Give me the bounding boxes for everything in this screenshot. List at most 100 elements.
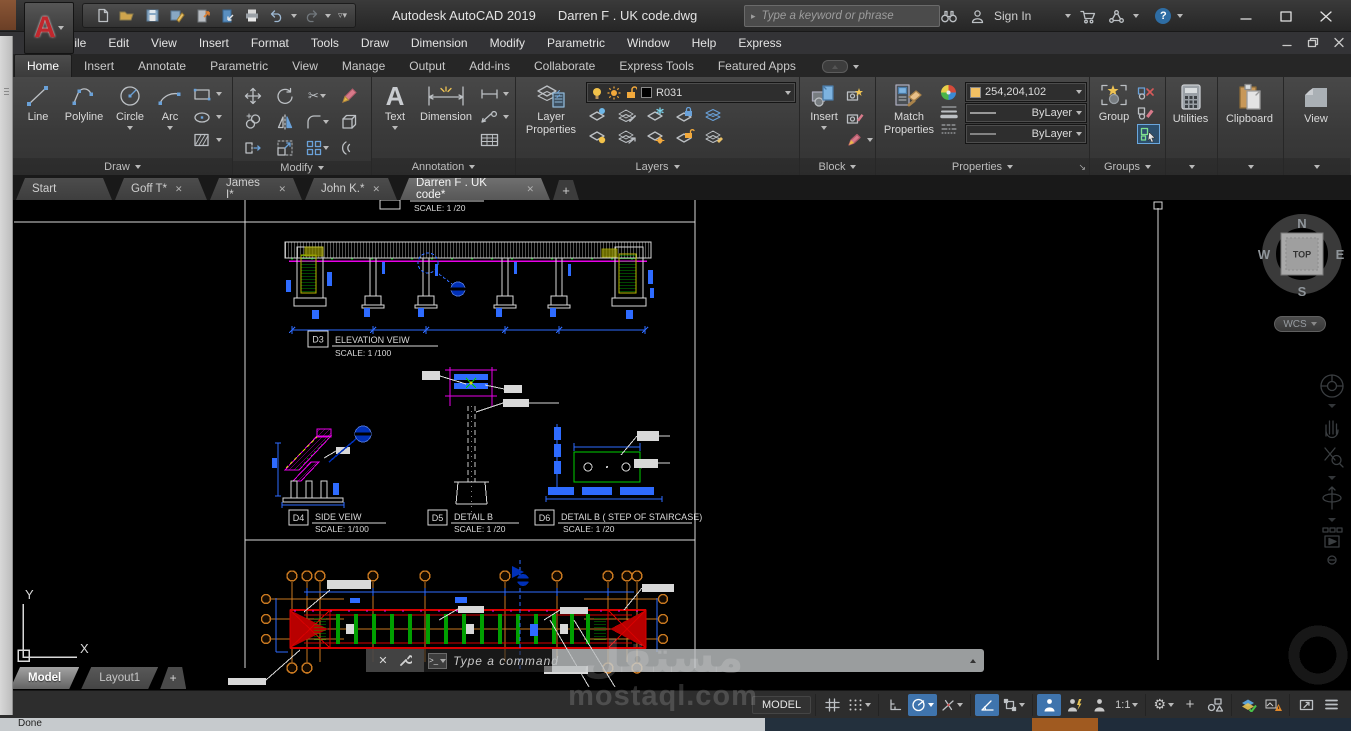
command-input[interactable]: >_ Type a command [424, 649, 552, 672]
file-tab-james[interactable]: James I*✕ [210, 178, 302, 200]
panel-groups-footer[interactable]: Groups [1090, 158, 1165, 175]
menu-help[interactable]: Help [681, 36, 728, 50]
layer-lock-icon[interactable] [675, 107, 695, 123]
command-line-bar[interactable]: ✕ >_ Type a command [366, 649, 984, 672]
hardware-acceleration-button[interactable] [1236, 694, 1260, 716]
close-tab-icon[interactable]: ✕ [526, 184, 534, 195]
menu-modify[interactable]: Modify [479, 36, 536, 50]
menu-tools[interactable]: Tools [300, 36, 350, 50]
layer-dropdown[interactable]: R031 [586, 82, 796, 103]
isometric-drafting-toggle[interactable] [938, 694, 966, 716]
grid-display-toggle[interactable] [820, 694, 844, 716]
performance-warning-button[interactable] [1261, 694, 1285, 716]
properties-dialog-launcher[interactable]: ↘ [1078, 162, 1086, 173]
multileader-flyout-caret[interactable] [503, 115, 509, 119]
close-tab-icon[interactable]: ✕ [372, 184, 380, 195]
new-file-button[interactable] [91, 5, 113, 26]
viewcube-east[interactable]: E [1336, 247, 1345, 262]
layer-unisolate-icon[interactable] [617, 128, 637, 144]
attributes-flyout-caret[interactable] [867, 138, 873, 142]
panel-layers-footer[interactable]: Layers [516, 158, 799, 175]
text-flyout-caret[interactable] [392, 126, 398, 130]
ribbon-display-menu-caret[interactable] [853, 65, 859, 69]
viewcube[interactable]: N S W E TOP [1252, 208, 1351, 308]
panel-draw-footer[interactable]: Draw [13, 158, 232, 175]
insert-block-button[interactable]: Insert [804, 79, 844, 157]
panel-utilities-footer[interactable] [1166, 158, 1217, 175]
viewcube-north[interactable]: N [1297, 216, 1306, 231]
layer-match-icon[interactable] [704, 128, 724, 144]
steering-wheel-button[interactable] [1321, 375, 1343, 397]
clipboard-button[interactable]: Clipboard [1219, 79, 1281, 157]
trim-button[interactable]: ✂ [308, 88, 326, 104]
multileader-button[interactable] [480, 107, 509, 127]
array-flyout-caret[interactable] [323, 146, 329, 150]
erase-button[interactable] [340, 87, 358, 105]
array-button[interactable] [306, 140, 329, 156]
palette-edge-strip[interactable] [0, 36, 13, 715]
lineweight-dropdown-caret[interactable] [1076, 111, 1082, 115]
save-to-web-button[interactable] [216, 5, 238, 26]
ungroup-button[interactable] [1137, 84, 1160, 102]
a360-button[interactable] [1105, 6, 1127, 27]
search-button[interactable] [938, 6, 960, 27]
wheel-menu-caret[interactable] [1328, 404, 1336, 408]
panel-modify-footer[interactable]: Modify [233, 161, 371, 175]
tab-add-ins[interactable]: Add-ins [457, 54, 522, 77]
layer-unlock-tool-icon[interactable] [675, 128, 695, 144]
command-customize-wrench-icon[interactable] [398, 654, 412, 668]
wcs-dropdown[interactable]: WCS [1274, 316, 1326, 332]
zoom-menu-caret[interactable] [1328, 476, 1336, 480]
qat-customize-button[interactable]: ▿▾ [338, 10, 347, 21]
workspace-switching-button[interactable]: ⚙ [1150, 694, 1177, 716]
group-button[interactable]: Group [1094, 79, 1134, 157]
linetype-dropdown-caret[interactable] [1076, 132, 1082, 136]
redo-list-caret[interactable] [325, 14, 331, 18]
tab-parametric[interactable]: Parametric [198, 54, 280, 77]
workspace-caret[interactable] [1168, 703, 1174, 707]
layer-freeze-icon[interactable] [646, 107, 666, 123]
linetype-dropdown[interactable]: ByLayer [965, 124, 1087, 144]
a360-caret[interactable] [1133, 14, 1139, 18]
annotation-visibility-toggle[interactable] [1037, 694, 1061, 716]
model-tab[interactable]: Model [10, 667, 79, 689]
show-motion-button[interactable] [1323, 528, 1342, 547]
group-edit-button[interactable] [1137, 104, 1160, 122]
file-tab-start[interactable]: Start [16, 178, 112, 200]
layer-dropdown-caret[interactable] [785, 91, 791, 95]
redo-button[interactable] [300, 5, 322, 26]
layer-thaw-icon[interactable] [646, 128, 666, 144]
lineweight-dropdown[interactable]: ByLayer [965, 103, 1087, 123]
file-tab-john[interactable]: John K.*✕ [305, 178, 397, 200]
tab-home[interactable]: Home [14, 54, 72, 77]
define-attributes-button[interactable] [846, 130, 873, 150]
color-dropdown-caret[interactable] [1076, 90, 1082, 94]
ortho-toggle[interactable] [883, 694, 907, 716]
create-block-button[interactable] [846, 84, 873, 104]
orbit-button[interactable] [1323, 487, 1341, 509]
close-tab-icon[interactable]: ✕ [175, 184, 183, 195]
close-button[interactable] [1315, 6, 1337, 26]
customization-menu-button[interactable] [1319, 694, 1343, 716]
polyline-button[interactable]: Polyline [59, 79, 109, 157]
lineweight-icon[interactable] [940, 105, 958, 119]
undo-button[interactable] [266, 5, 288, 26]
tab-collaborate[interactable]: Collaborate [522, 54, 607, 77]
file-tab-darren[interactable]: Darren F . UK code*✕ [400, 178, 550, 200]
ribbon-display-toggle[interactable] [822, 60, 848, 73]
panel-clipboard-footer[interactable] [1218, 158, 1283, 175]
panel-view-footer[interactable] [1284, 158, 1350, 175]
orbit-menu-caret[interactable] [1328, 518, 1336, 522]
open-file-button[interactable] [116, 5, 138, 26]
copy-button[interactable] [244, 113, 262, 131]
rotate-button[interactable] [276, 87, 294, 105]
layer-off-icon[interactable] [588, 107, 608, 123]
annotation-scale-caret[interactable] [1132, 703, 1138, 707]
help-button[interactable]: ? [1155, 8, 1171, 24]
pan-button[interactable] [1326, 421, 1338, 438]
mirror-button[interactable] [276, 113, 294, 131]
tab-featured-apps[interactable]: Featured Apps [706, 54, 808, 77]
doc-close-button[interactable] [1331, 34, 1347, 50]
tab-manage[interactable]: Manage [330, 54, 397, 77]
color-wheel-icon[interactable] [940, 84, 957, 101]
